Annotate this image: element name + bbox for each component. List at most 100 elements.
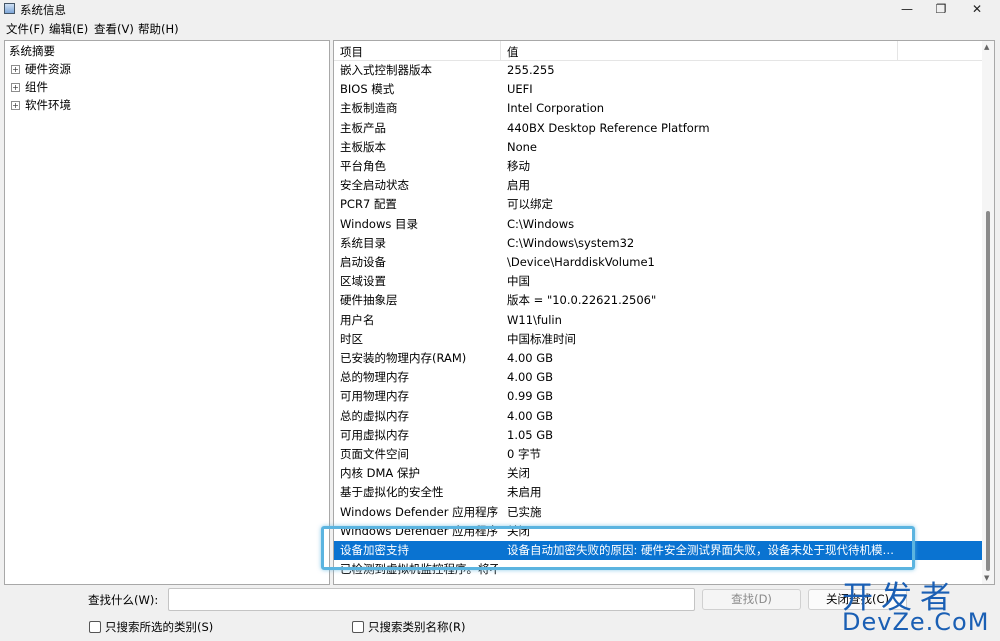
- column-header-item[interactable]: 项目: [340, 44, 363, 60]
- cell-value: Intel Corporation: [507, 101, 605, 116]
- cell-value: 设备自动加密失败的原因: 硬件安全测试界面失败，设备未处于现代待机模式, ...: [507, 543, 902, 557]
- scroll-up-icon[interactable]: ▲: [984, 43, 989, 51]
- cell-item: 主板制造商: [340, 101, 398, 116]
- cell-item: 嵌入式控制器版本: [340, 63, 432, 77]
- list-rows: 嵌入式控制器版本 255.255 BIOS 模式 UEFI 主板制造商 Intel Cor…: [334, 61, 982, 584]
- table-row[interactable]: 可用物理内存 0.99 GB: [334, 387, 982, 406]
- cell-item: 系统目录: [340, 235, 386, 250]
- minimize-button[interactable]: —: [890, 0, 924, 18]
- vertical-scrollbar[interactable]: ▲ ▼: [982, 41, 994, 584]
- table-row[interactable]: 已检测到虚拟机监控程序。将不...: [334, 560, 982, 579]
- table-row[interactable]: 可用虚拟内存 1.05 GB: [334, 426, 982, 445]
- cell-value: C:\Windows: [507, 216, 575, 231]
- cell-value: 可以绑定: [507, 197, 553, 212]
- table-row[interactable]: 页面文件空间 0 字节: [334, 445, 982, 464]
- table-row[interactable]: 内核 DMA 保护 关闭: [334, 464, 982, 483]
- table-row[interactable]: 区域设置 中国: [334, 272, 982, 291]
- tree-item-label: 硬件资源: [25, 62, 71, 76]
- table-row[interactable]: BIOS 模式 UEFI: [334, 80, 982, 99]
- find-button[interactable]: 查找(D): [702, 589, 801, 610]
- scrollbar-thumb[interactable]: [986, 211, 990, 571]
- cell-value: UEFI: [507, 82, 533, 97]
- cell-value: 移动: [507, 159, 530, 173]
- tree-item-software-environment[interactable]: + 软件环境: [5, 97, 329, 114]
- tree-item-system-summary[interactable]: 系统摘要: [5, 43, 329, 60]
- menu-bar: 文件(F) 编辑(E) 查看(V) 帮助(H): [0, 18, 1000, 38]
- cell-value: 0 字节: [507, 447, 541, 461]
- expand-icon[interactable]: +: [11, 101, 20, 110]
- category-tree[interactable]: 系统摘要 + 硬件资源 + 组件 + 软件环境: [4, 40, 330, 585]
- cell-value: C:\Windows\system32: [507, 235, 635, 250]
- search-category-names-label: 只搜索类别名称(R): [368, 620, 466, 634]
- table-row[interactable]: 启动设备 \Device\HarddiskVolume1: [334, 253, 982, 272]
- table-row[interactable]: 总的物理内存 4.00 GB: [334, 368, 982, 387]
- cell-value: 1.05 GB: [507, 427, 554, 442]
- cell-item: 时区: [340, 331, 363, 346]
- table-row[interactable]: 时区 中国标准时间: [334, 330, 982, 349]
- table-row[interactable]: 系统目录 C:\Windows\system32: [334, 234, 982, 253]
- cell-item: 安全启动状态: [340, 178, 409, 193]
- column-header-value[interactable]: 值: [507, 44, 519, 60]
- cell-item: 主板产品: [340, 120, 386, 135]
- menu-file[interactable]: 文件(F): [6, 21, 45, 37]
- table-row-selected[interactable]: 设备加密支持 设备自动加密失败的原因: 硬件安全测试界面失败，设备未处于现代待机模…: [334, 541, 982, 560]
- table-row[interactable]: 硬件抽象层 版本 = "10.0.22621.2506": [334, 291, 982, 310]
- table-row[interactable]: Windows 目录 C:\Windows: [334, 215, 982, 234]
- search-category-names-checkbox[interactable]: [352, 621, 364, 633]
- cell-value: W11\fulin: [507, 312, 562, 327]
- scroll-down-icon[interactable]: ▼: [984, 574, 989, 582]
- menu-view[interactable]: 查看(V): [94, 21, 134, 37]
- cell-item: 区域设置: [340, 274, 386, 289]
- table-row[interactable]: 主板产品 440BX Desktop Reference Platform: [334, 119, 982, 138]
- expand-icon[interactable]: +: [11, 65, 20, 74]
- table-row[interactable]: 基于虚拟化的安全性 未启用: [334, 483, 982, 502]
- cell-item: 内核 DMA 保护: [340, 466, 420, 481]
- table-row[interactable]: 主板制造商 Intel Corporation: [334, 99, 982, 118]
- find-label: 查找什么(W):: [88, 593, 159, 607]
- table-row[interactable]: 平台角色 移动: [334, 157, 982, 176]
- expand-icon[interactable]: +: [11, 83, 20, 92]
- cell-item: 已安装的物理内存(RAM): [340, 351, 467, 365]
- table-row[interactable]: 已安装的物理内存(RAM) 4.00 GB: [334, 349, 982, 368]
- column-divider[interactable]: [500, 41, 501, 61]
- cell-item: 主板版本: [340, 139, 386, 154]
- column-divider[interactable]: [897, 41, 898, 61]
- cell-item: 总的物理内存: [340, 370, 409, 385]
- cell-value: \Device\HarddiskVolume1: [507, 255, 655, 269]
- menu-edit[interactable]: 编辑(E): [49, 21, 88, 37]
- table-row[interactable]: PCR7 配置 可以绑定: [334, 195, 982, 214]
- title-bar: 系统信息 — ❐ ✕: [0, 0, 1000, 18]
- tree-item-components[interactable]: + 组件: [5, 79, 329, 96]
- table-row[interactable]: 主板版本 None: [334, 138, 982, 157]
- search-selected-category-checkbox[interactable]: [89, 621, 101, 633]
- tree-item-hardware-resources[interactable]: + 硬件资源: [5, 61, 329, 78]
- close-button[interactable]: ✕: [960, 0, 994, 18]
- tree-item-label: 组件: [25, 80, 48, 94]
- cell-value: 未启用: [507, 485, 542, 500]
- tree-item-label: 软件环境: [25, 98, 71, 112]
- table-row[interactable]: Windows Defender 应用程序... 关闭: [334, 522, 982, 541]
- cell-item: 可用物理内存: [340, 389, 409, 404]
- tree-item-label: 系统摘要: [9, 44, 55, 58]
- cell-item: PCR7 配置: [340, 197, 397, 212]
- table-row[interactable]: 安全启动状态 启用: [334, 176, 982, 195]
- table-row[interactable]: 嵌入式控制器版本 255.255: [334, 61, 982, 80]
- cell-value: 255.255: [507, 63, 555, 77]
- cell-item: 已检测到虚拟机监控程序。将不...: [340, 562, 498, 577]
- table-row[interactable]: 总的虚拟内存 4.00 GB: [334, 407, 982, 426]
- cell-item: 用户名: [340, 312, 375, 327]
- maximize-button[interactable]: ❐: [924, 0, 958, 18]
- cell-value: 启用: [507, 178, 530, 193]
- cell-value: 关闭: [507, 466, 530, 481]
- cell-item: 可用虚拟内存: [340, 427, 409, 442]
- list-header: 项目 值: [334, 41, 982, 61]
- cell-value: 4.00 GB: [507, 370, 554, 385]
- cell-item: Windows Defender 应用程序...: [340, 523, 498, 538]
- search-selected-category-label: 只搜索所选的类别(S): [105, 620, 214, 634]
- menu-help[interactable]: 帮助(H): [138, 21, 179, 37]
- details-list[interactable]: 项目 值 嵌入式控制器版本 255.255 BIOS 模式 UEFI 主板制造商 Inte…: [333, 40, 995, 585]
- close-find-button[interactable]: 关闭查找(C): [808, 589, 907, 610]
- find-input[interactable]: [168, 588, 695, 611]
- table-row[interactable]: Windows Defender 应用程序... 已实施: [334, 503, 982, 522]
- table-row[interactable]: 用户名 W11\fulin: [334, 311, 982, 330]
